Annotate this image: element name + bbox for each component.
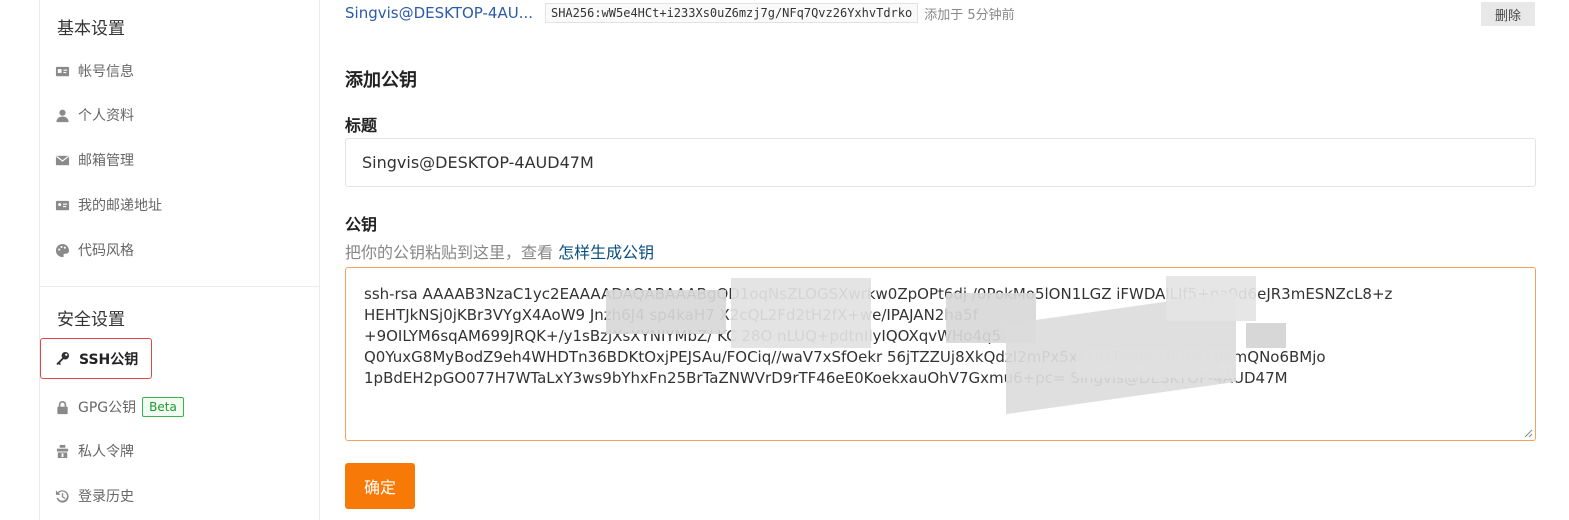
token-icon: [54, 443, 70, 459]
public-key-hint: 把你的公钥粘贴到这里，查看 怎样生成公钥: [345, 239, 654, 263]
sidebar-item-login-history[interactable]: 登录历史: [54, 482, 134, 510]
user-icon: [54, 107, 70, 123]
sidebar-item-profile[interactable]: 个人资料: [54, 101, 134, 129]
key-text-line: +9OILYM6sqAM699JRQK+/y1sBzjXsXYNIYMbZ/ K…: [364, 327, 1002, 345]
sidebar-item-private-tokens[interactable]: 私人令牌: [54, 437, 134, 465]
sidebar-item-code-style[interactable]: 代码风格: [54, 236, 134, 264]
sidebar-item-label: 私人令牌: [78, 444, 134, 460]
history-icon: [54, 488, 70, 504]
sidebar-item-account-info[interactable]: 帐号信息: [54, 57, 134, 85]
address-card-icon: [54, 197, 70, 213]
key-text-line: HEHTJkNSj0jKBr3VYgX4AoW9 Jnzh6J4 sp4kaH7…: [364, 306, 978, 324]
sidebar-item-email[interactable]: 邮箱管理: [54, 146, 134, 174]
sidebar-item-label: 我的邮递地址: [78, 198, 162, 214]
sidebar-divider: [40, 286, 319, 287]
sidebar-item-label: SSH公钥: [79, 351, 139, 368]
existing-ssh-key-row: Singvis@DESKTOP-4AU... SHA256:wW5e4HCt+i…: [345, 2, 1535, 26]
lock-icon: [54, 399, 70, 415]
sidebar-item-address[interactable]: 我的邮递地址: [54, 191, 162, 219]
title-label: 标题: [345, 116, 378, 135]
public-key-label: 公钥: [345, 215, 378, 234]
title-input[interactable]: [345, 138, 1536, 187]
mail-icon: [54, 152, 70, 168]
confirm-button[interactable]: 确定: [345, 463, 415, 509]
security-settings-title: 安全设置: [57, 310, 125, 330]
beta-badge: Beta: [142, 397, 184, 417]
sidebar-item-label: 邮箱管理: [78, 153, 134, 169]
public-key-textarea[interactable]: ssh-rsa AAAAB3NzaC1yc2EAAAADAQABAAABgQD1…: [345, 267, 1536, 441]
sidebar-item-gpg-keys[interactable]: GPG公钥 Beta: [54, 393, 184, 421]
resize-handle-icon[interactable]: [1523, 428, 1533, 438]
key-text-line: Q0YuxG8MyBodZ9eh4WHDTn36BDKtOxjPEJSAu/FO…: [364, 348, 1326, 366]
redaction-block: [731, 278, 871, 348]
redaction-block: [1246, 323, 1286, 348]
key-icon: [55, 351, 71, 367]
settings-sidebar: 基本设置 帐号信息 个人资料 邮箱管理 我的邮递地址 代码风格 安全设置 SSH…: [39, 0, 320, 520]
delete-key-button[interactable]: 删除: [1481, 2, 1535, 26]
sidebar-item-label: 帐号信息: [78, 64, 134, 80]
sidebar-item-ssh-keys[interactable]: SSH公钥: [40, 338, 152, 379]
how-to-generate-key-link[interactable]: 怎样生成公钥: [558, 243, 654, 262]
redaction-block: [1166, 276, 1256, 321]
ssh-key-added-time: 添加于 5分钟前: [924, 7, 1015, 23]
palette-icon: [54, 242, 70, 258]
hint-text: 把你的公钥粘贴到这里，查看: [345, 243, 559, 262]
basic-settings-title: 基本设置: [57, 19, 125, 39]
sidebar-item-label: 登录历史: [78, 489, 134, 505]
add-key-heading: 添加公钥: [345, 70, 417, 91]
sidebar-item-label: 代码风格: [78, 243, 134, 259]
ssh-key-fingerprint: SHA256:wW5e4HCt+i233Xs0uZ6mzj7g/NFq7Qvz2…: [544, 3, 919, 23]
sidebar-item-label: 个人资料: [78, 108, 134, 124]
key-text-line: ssh-rsa AAAAB3NzaC1yc2EAAAADAQABAAABgQD1…: [364, 285, 1393, 303]
redaction-block: [606, 290, 726, 334]
key-text-line: 1pBdEH2pGO077H7WTaLxY3ws9bYhxFn25BrTaZNW…: [364, 369, 1288, 387]
sidebar-item-label: GPG公钥: [78, 400, 137, 416]
ssh-key-title[interactable]: Singvis@DESKTOP-4AU...: [345, 4, 533, 22]
id-card-icon: [54, 63, 70, 79]
redaction-block: [1076, 348, 1236, 378]
